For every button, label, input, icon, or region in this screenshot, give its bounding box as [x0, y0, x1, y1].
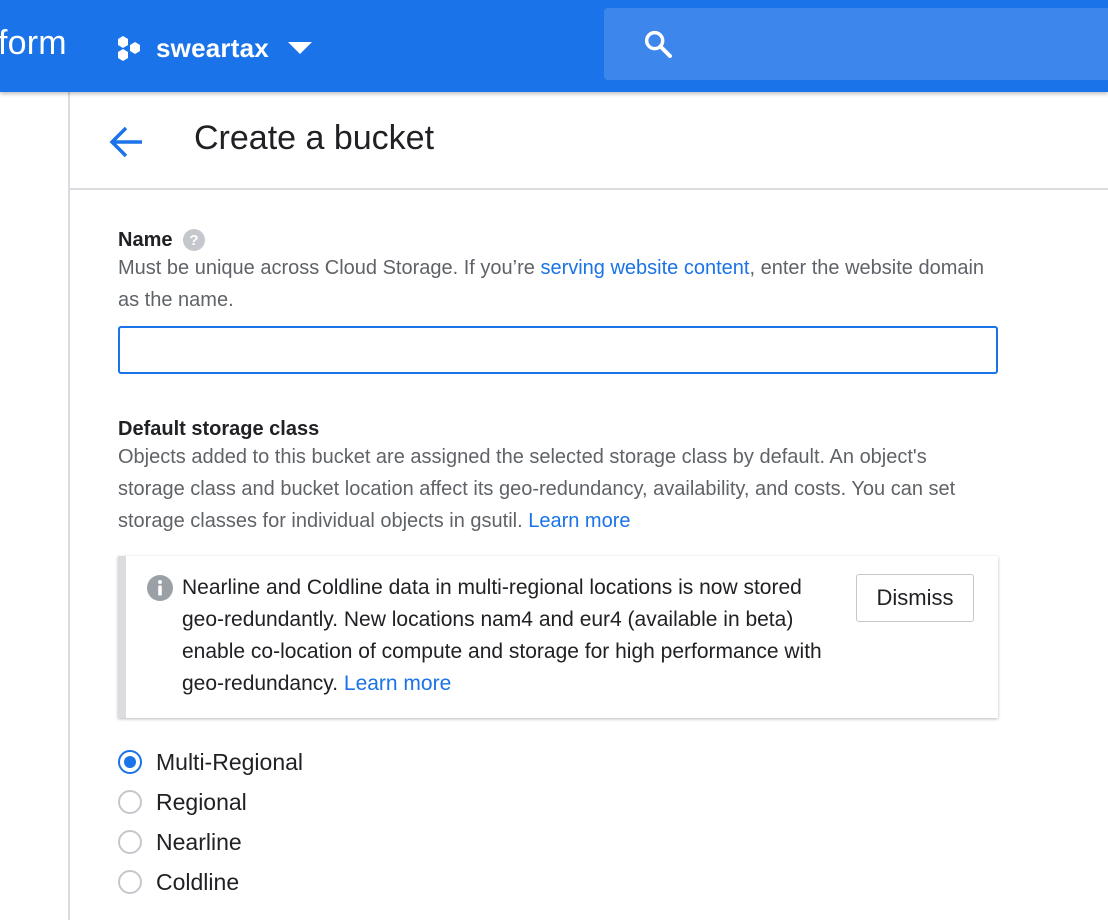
project-selector[interactable]: sweartax	[114, 28, 313, 68]
radio-button[interactable]	[118, 830, 142, 854]
bucket-name-input[interactable]	[118, 326, 998, 374]
back-arrow-icon[interactable]	[104, 120, 148, 164]
info-icon	[147, 575, 173, 601]
top-bar: form sweartax	[0, 0, 1108, 92]
search-bar[interactable]	[604, 8, 1108, 80]
radio-label: Multi-Regional	[156, 748, 304, 775]
project-name: sweartax	[156, 32, 269, 63]
chevron-down-icon	[287, 42, 312, 54]
geo-redundancy-notice: Nearline and Coldline data in multi-regi…	[118, 556, 998, 718]
project-hexagon-icon	[118, 36, 140, 61]
storage-class-radio-group: Multi-Regional Regional Nearline Coldlin…	[118, 742, 303, 902]
radio-option-nearline[interactable]: Nearline	[118, 822, 303, 862]
serving-website-content-link[interactable]: serving website content	[540, 257, 749, 279]
radio-option-regional[interactable]: Regional	[118, 782, 303, 822]
radio-button-checked[interactable]	[118, 750, 142, 774]
radio-button[interactable]	[118, 790, 142, 814]
help-icon[interactable]: ?	[182, 228, 206, 252]
left-sidebar	[0, 92, 70, 920]
notice-body: Nearline and Coldline data in multi-regi…	[182, 576, 822, 695]
name-label: Name	[118, 228, 173, 251]
search-icon[interactable]	[642, 28, 674, 60]
storage-class-section: Default storage class Objects added to t…	[118, 418, 998, 537]
name-label-row: Name ?	[118, 228, 998, 252]
radio-button[interactable]	[118, 870, 142, 894]
page-header: Create a bucket	[70, 92, 1108, 190]
radio-label: Coldline	[156, 868, 240, 895]
app-brand-title[interactable]: form	[0, 24, 67, 63]
name-section: Name ? Must be unique across Cloud Stora…	[118, 228, 998, 374]
svg-text:?: ?	[190, 232, 199, 249]
dismiss-button[interactable]: Dismiss	[856, 574, 974, 622]
storage-class-label: Default storage class	[118, 418, 320, 440]
radio-label: Regional	[156, 788, 247, 815]
radio-option-multi-regional[interactable]: Multi-Regional	[118, 742, 303, 782]
notice-learn-more-link[interactable]: Learn more	[344, 672, 451, 695]
notice-text: Nearline and Coldline data in multi-regi…	[182, 572, 832, 700]
storage-class-description: Objects added to this bucket are assigne…	[118, 441, 998, 537]
radio-label: Nearline	[156, 828, 242, 855]
radio-option-coldline[interactable]: Coldline	[118, 862, 303, 902]
name-description: Must be unique across Cloud Storage. If …	[118, 252, 998, 316]
storage-learn-more-link[interactable]: Learn more	[528, 510, 630, 532]
page-title: Create a bucket	[194, 119, 435, 157]
name-desc-text: Must be unique across Cloud Storage. If …	[118, 257, 541, 279]
